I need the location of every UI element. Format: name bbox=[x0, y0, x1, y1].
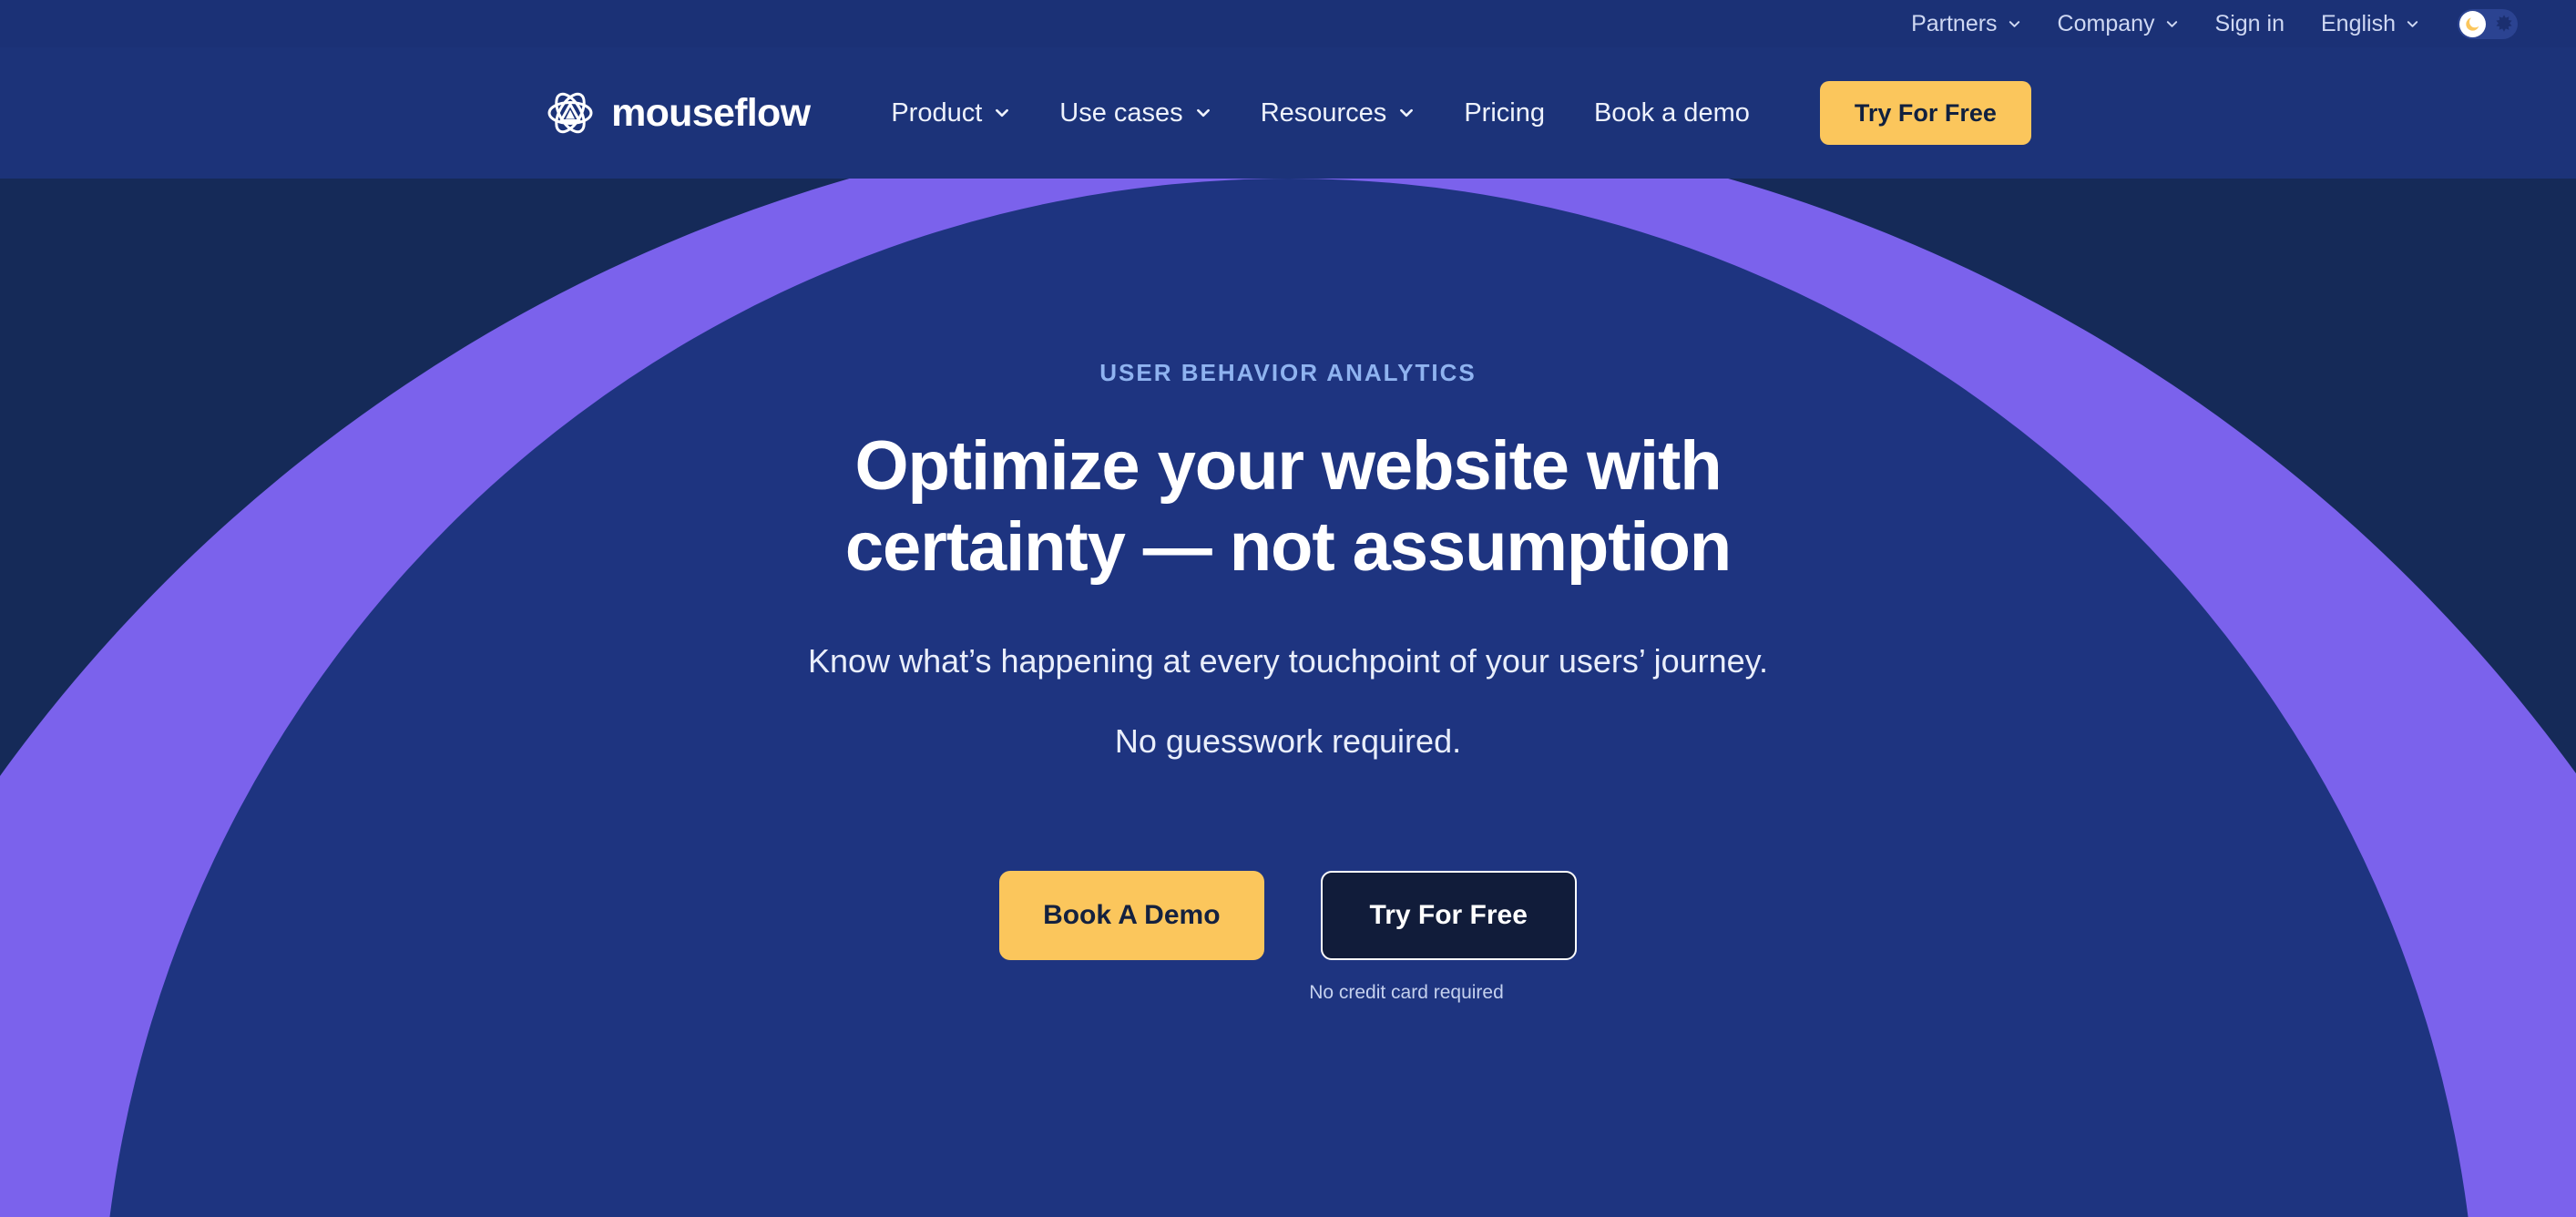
chevron-down-icon bbox=[1195, 105, 1211, 121]
language-selector-label: English bbox=[2321, 10, 2396, 36]
chevron-down-icon bbox=[2406, 17, 2419, 31]
no-credit-card-note: No credit card required bbox=[1309, 981, 1504, 1003]
mouseflow-logo[interactable]: mouseflow bbox=[545, 87, 811, 138]
nav-item-pricing[interactable]: Pricing bbox=[1439, 97, 1569, 128]
mouseflow-atom-cursor-icon bbox=[545, 87, 596, 138]
hero-title-line-1: Optimize your website with bbox=[854, 427, 1722, 505]
nav-item-label: Book a demo bbox=[1593, 97, 1750, 128]
utility-item-label: Partners bbox=[1911, 10, 1998, 36]
chevron-down-icon bbox=[1398, 105, 1415, 121]
theme-toggle-knob bbox=[2459, 10, 2486, 37]
nav-item-label: Use cases bbox=[1059, 97, 1183, 128]
nav-item-label: Product bbox=[891, 97, 983, 128]
hero-eyebrow: USER BEHAVIOR ANALYTICS bbox=[1099, 359, 1477, 386]
utility-bar: Partners Company Sign in English bbox=[0, 0, 2576, 47]
nav-item-product[interactable]: Product bbox=[866, 97, 1035, 128]
utility-item-label: Sign in bbox=[2214, 10, 2285, 36]
main-navigation: mouseflow Product Use cases Resources Pr… bbox=[0, 47, 2576, 179]
chevron-down-icon bbox=[994, 105, 1010, 121]
nav-item-resources[interactable]: Resources bbox=[1236, 97, 1440, 128]
chevron-down-icon bbox=[2165, 17, 2179, 31]
page-root: Partners Company Sign in English mousefl… bbox=[0, 0, 2576, 1217]
sun-star-icon bbox=[2494, 14, 2514, 34]
utility-item-company[interactable]: Company bbox=[2039, 10, 2197, 36]
nav-item-label: Pricing bbox=[1464, 97, 1545, 128]
hero-actions: Book A Demo Try For Free bbox=[0, 870, 2576, 960]
hero-section: USER BEHAVIOR ANALYTICS Optimize your we… bbox=[0, 179, 2576, 1002]
nav-item-use-cases[interactable]: Use cases bbox=[1035, 97, 1235, 128]
nav-item-label: Resources bbox=[1260, 97, 1387, 128]
hero-try-for-free-button[interactable]: Try For Free bbox=[1320, 870, 1577, 960]
hero-title-line-2: certainty — not assumption bbox=[844, 507, 1732, 586]
theme-toggle[interactable] bbox=[2458, 8, 2518, 39]
utility-item-sign-in[interactable]: Sign in bbox=[2197, 10, 2303, 36]
utility-item-partners[interactable]: Partners bbox=[1893, 10, 2039, 36]
language-selector[interactable]: English bbox=[2303, 10, 2438, 36]
nav-item-book-a-demo[interactable]: Book a demo bbox=[1569, 97, 1774, 128]
book-a-demo-button[interactable]: Book A Demo bbox=[999, 870, 1264, 960]
mouseflow-wordmark: mouseflow bbox=[611, 90, 811, 135]
hero-subtitle-line-1: Know what’s happening at every touchpoin… bbox=[808, 641, 1768, 680]
hero-subtitle: Know what’s happening at every touchpoin… bbox=[0, 641, 2576, 760]
hero-title: Optimize your website with certainty — n… bbox=[0, 426, 2576, 588]
utility-item-label: Company bbox=[2057, 10, 2155, 36]
hero-subtitle-line-2: No guesswork required. bbox=[1114, 721, 1462, 760]
chevron-down-icon bbox=[2008, 17, 2021, 31]
header-try-for-free-button[interactable]: Try For Free bbox=[1819, 81, 2031, 145]
moon-icon bbox=[2466, 17, 2479, 31]
